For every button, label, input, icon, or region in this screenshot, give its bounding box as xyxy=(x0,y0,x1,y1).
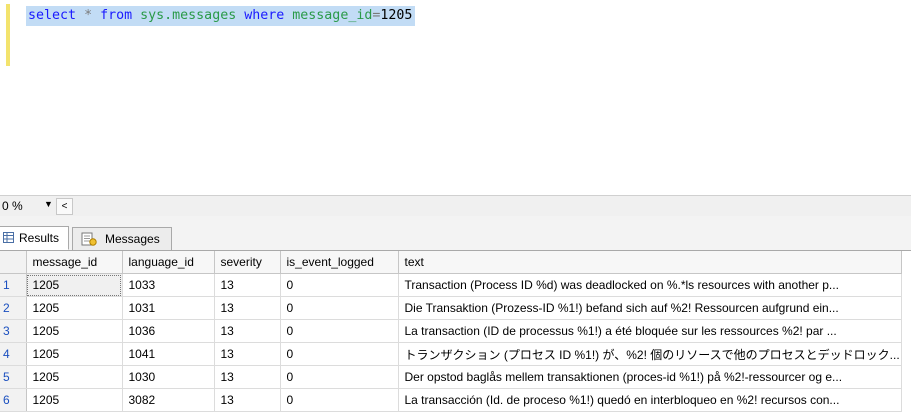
cell-severity[interactable]: 13 xyxy=(214,365,281,389)
keyword-where: where xyxy=(244,8,285,23)
tab-results-label: Results xyxy=(19,231,60,245)
row-number[interactable]: 2 xyxy=(0,296,27,320)
column-header-severity[interactable]: severity xyxy=(214,251,281,274)
row-number[interactable]: 5 xyxy=(0,365,27,389)
cell-text[interactable]: La transaction (ID de processus %1!) a é… xyxy=(398,319,902,343)
cell-text[interactable]: トランザクション (プロセス ID %1!) が、%2! 個のリソースで他のプロ… xyxy=(398,342,902,366)
literal-value: 1205 xyxy=(380,8,413,23)
zoom-level[interactable]: 0 % xyxy=(2,199,23,213)
cell-message-id[interactable]: 1205 xyxy=(26,296,123,320)
row-header-corner[interactable] xyxy=(0,251,27,274)
cell-text[interactable]: Die Transaktion (Prozess-ID %1!) befand … xyxy=(398,296,902,320)
cell-is-event-logged[interactable]: 0 xyxy=(280,296,399,320)
cell-message-id[interactable]: 1205 xyxy=(26,342,123,366)
cell-severity[interactable]: 13 xyxy=(214,342,281,366)
cell-message-id[interactable]: 1205 xyxy=(26,365,123,389)
table-row[interactable]: 4 1205 1041 13 0 トランザクション (プロセス ID %1!) … xyxy=(0,342,902,366)
table-row[interactable]: 2 1205 1031 13 0 Die Transaktion (Prozes… xyxy=(0,296,902,320)
results-table: message_id language_id severity is_event… xyxy=(0,251,902,412)
cell-is-event-logged[interactable]: 0 xyxy=(280,342,399,366)
query-editor[interactable]: select * from sys.messages where message… xyxy=(0,0,911,195)
scroll-left-button[interactable]: < xyxy=(56,198,73,215)
editor-status-strip: 0 % ▼ < xyxy=(0,195,911,216)
column-header-is-event-logged[interactable]: is_event_logged xyxy=(280,251,399,274)
operator-star: * xyxy=(84,8,93,23)
cell-text[interactable]: Der opstod baglås mellem transaktionen (… xyxy=(398,365,902,389)
cell-is-event-logged[interactable]: 0 xyxy=(280,365,399,389)
query-text[interactable]: select * from sys.messages where message… xyxy=(26,6,416,26)
tab-messages[interactable]: Messages xyxy=(72,227,172,251)
column-header-message-id[interactable]: message_id xyxy=(26,251,123,274)
table-row[interactable]: 1 1205 1033 13 0 Transaction (Process ID… xyxy=(0,273,902,297)
zoom-dropdown-icon[interactable]: ▼ xyxy=(44,199,53,209)
row-number[interactable]: 6 xyxy=(0,388,27,412)
cell-is-event-logged[interactable]: 0 xyxy=(280,388,399,412)
row-number[interactable]: 4 xyxy=(0,342,27,366)
cell-severity[interactable]: 13 xyxy=(214,296,281,320)
table-row[interactable]: 3 1205 1036 13 0 La transaction (ID de p… xyxy=(0,319,902,343)
cell-language-id[interactable]: 1036 xyxy=(122,319,215,343)
keyword-select: select xyxy=(28,8,77,23)
keyword-from: from xyxy=(100,8,133,23)
cell-text[interactable]: La transacción (Id. de proceso %1!) qued… xyxy=(398,388,902,412)
grid-icon xyxy=(3,232,14,243)
cell-language-id[interactable]: 1031 xyxy=(122,296,215,320)
cell-is-event-logged[interactable]: 0 xyxy=(280,319,399,343)
cell-severity[interactable]: 13 xyxy=(214,388,281,412)
results-grid[interactable]: message_id language_id severity is_event… xyxy=(0,251,911,412)
cell-message-id[interactable]: 1205 xyxy=(26,388,123,412)
cell-language-id[interactable]: 3082 xyxy=(122,388,215,412)
cell-language-id[interactable]: 1030 xyxy=(122,365,215,389)
row-number[interactable]: 1 xyxy=(0,273,27,297)
cell-language-id[interactable]: 1041 xyxy=(122,342,215,366)
tab-results[interactable]: Results xyxy=(0,226,69,250)
change-tracking-bar xyxy=(6,4,10,66)
column-header-language-id[interactable]: language_id xyxy=(122,251,215,274)
cell-text[interactable]: Transaction (Process ID %d) was deadlock… xyxy=(398,273,902,297)
cell-message-id[interactable]: 1205 xyxy=(26,319,123,343)
table-row[interactable]: 6 1205 3082 13 0 La transacción (Id. de … xyxy=(0,388,902,412)
cell-severity[interactable]: 13 xyxy=(214,273,281,297)
cell-message-id[interactable]: 1205 xyxy=(26,273,123,297)
table-row[interactable]: 5 1205 1030 13 0 Der opstod baglås melle… xyxy=(0,365,902,389)
header-row: message_id language_id severity is_event… xyxy=(0,251,902,274)
row-number[interactable]: 3 xyxy=(0,319,27,343)
column-header-text[interactable]: text xyxy=(398,251,902,274)
cell-language-id[interactable]: 1033 xyxy=(122,273,215,297)
cell-is-event-logged[interactable]: 0 xyxy=(280,273,399,297)
results-tab-bar: Results Messages xyxy=(0,216,911,251)
messages-icon xyxy=(81,232,97,246)
column-name: message_id xyxy=(292,8,373,23)
object-name: sys.messages xyxy=(140,8,237,23)
cell-severity[interactable]: 13 xyxy=(214,319,281,343)
tab-messages-label: Messages xyxy=(105,232,160,246)
